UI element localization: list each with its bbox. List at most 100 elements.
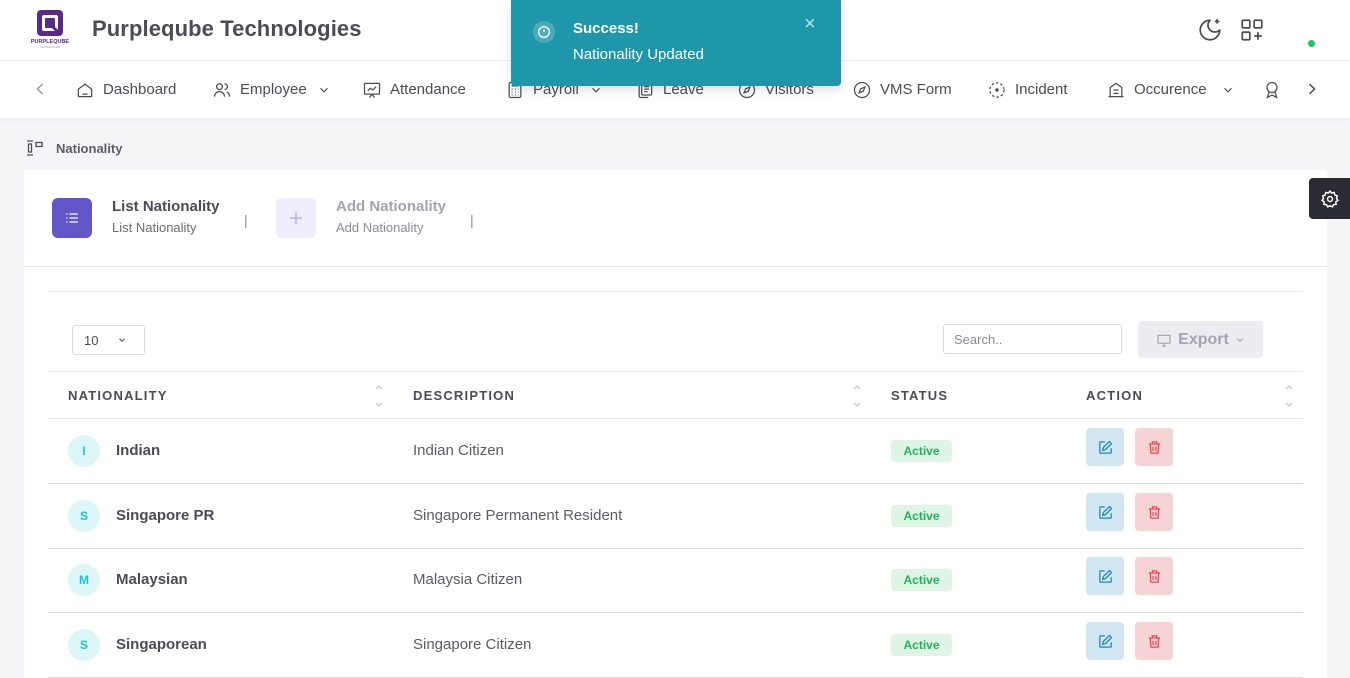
export-label: Export — [1178, 330, 1229, 348]
nav-item-label: Incident — [1015, 81, 1068, 98]
edit-button[interactable] — [1086, 557, 1124, 595]
nav-scroll-right-icon[interactable] — [1302, 79, 1322, 99]
award-icon[interactable] — [1262, 80, 1282, 100]
tab-list-title[interactable]: List Nationality — [112, 198, 220, 215]
sort-icon[interactable] — [852, 383, 862, 409]
apps-grid-icon[interactable] — [1239, 17, 1265, 43]
table-row: M Malaysian Malaysia Citizen Active — [48, 548, 1303, 613]
tab-add-nationality[interactable] — [276, 198, 316, 238]
chevron-down-icon — [1223, 87, 1232, 93]
trash-icon — [1148, 440, 1160, 454]
breadcrumb-current: Nationality — [56, 140, 123, 156]
table-row: I Indian Indian Citizen Active — [48, 419, 1303, 484]
nationality-name: Singapore PR — [116, 507, 215, 524]
delete-button[interactable] — [1135, 428, 1173, 466]
nav-item-label: Occurence — [1134, 81, 1207, 98]
table-header: NATIONALITY DESCRIPTION STATUS ACTION — [48, 371, 1303, 419]
nav-scroll-left-icon[interactable] — [30, 79, 50, 99]
edit-icon — [1098, 505, 1112, 519]
nav-item-attendance[interactable]: Attendance — [362, 61, 466, 118]
sort-icon[interactable] — [374, 383, 384, 409]
presentation-icon — [363, 82, 381, 98]
page-size-select[interactable]: 10 — [72, 325, 145, 355]
nav-item-incident[interactable]: Incident — [987, 61, 1068, 118]
status-badge: Active — [891, 634, 952, 656]
delete-button[interactable] — [1135, 493, 1173, 531]
tab-add-subtitle: Add Nationality — [336, 220, 424, 235]
tab-add-title[interactable]: Add Nationality — [336, 198, 446, 215]
edit-button[interactable] — [1086, 622, 1124, 660]
column-header-action: ACTION — [1086, 388, 1144, 403]
nationality-name: Indian — [116, 442, 161, 459]
plus-icon — [290, 212, 302, 224]
dark-mode-icon[interactable] — [1197, 17, 1223, 43]
tab-separator: | — [470, 212, 474, 228]
chevron-down-icon — [319, 87, 328, 93]
trash-icon — [1148, 569, 1160, 583]
nationality-description: Malaysia Citizen — [413, 571, 523, 588]
delete-button[interactable] — [1135, 622, 1173, 660]
nav-item-label: VMS Form — [880, 81, 952, 98]
nav-item-occurence[interactable]: Occurence — [1106, 61, 1235, 118]
column-header-nationality[interactable]: NATIONALITY — [68, 388, 168, 403]
online-status-dot — [1308, 40, 1315, 47]
table-row: S Singapore PR Singapore Permanent Resid… — [48, 484, 1303, 549]
nav-item-vms-form[interactable]: VMS Form — [852, 61, 952, 118]
column-header-status: STATUS — [891, 388, 949, 403]
nationality-name: Singaporean — [116, 636, 207, 653]
svg-text:PURPLEQUBE: PURPLEQUBE — [31, 39, 70, 45]
nav-item-label: Attendance — [390, 81, 466, 98]
nav-item-dashboard[interactable]: Dashboard — [75, 61, 176, 118]
avatar: M — [68, 564, 100, 596]
success-toast: Success! Nationality Updated × — [511, 0, 841, 86]
search-input[interactable] — [943, 324, 1122, 354]
monitor-icon — [1157, 334, 1171, 347]
list-icon — [66, 213, 78, 223]
chevron-down-icon — [119, 338, 125, 342]
brand-name: Purpleqube Technologies — [92, 16, 362, 41]
edit-icon — [1098, 569, 1112, 583]
nationality-name: Malaysian — [116, 571, 188, 588]
tab-list-nationality[interactable] — [52, 198, 92, 238]
settings-toggle-button[interactable] — [1309, 178, 1350, 219]
company-logo[interactable]: PURPLEQUBE TECHNOLOGIES — [30, 9, 70, 49]
focus-icon — [989, 81, 1005, 98]
edit-icon — [1098, 440, 1112, 454]
status-badge: Active — [891, 505, 952, 527]
tab-separator: | — [244, 212, 248, 228]
export-button[interactable]: Export — [1138, 321, 1263, 358]
nav-item-label: Employee — [240, 81, 307, 98]
table-row: S Singaporean Singapore Citizen Active — [48, 613, 1303, 678]
nationality-description: Singapore Permanent Resident — [413, 507, 623, 524]
tab-bar: List Nationality List Nationality | Add … — [24, 170, 1327, 267]
table-panel: 10 Export NATIONALITY DESCRIPTION STATUS… — [48, 291, 1303, 678]
layout-icon — [27, 140, 43, 156]
status-badge: Active — [891, 440, 952, 462]
edit-button[interactable] — [1086, 493, 1124, 531]
home-icon — [77, 82, 93, 97]
delete-button[interactable] — [1135, 557, 1173, 595]
trash-icon — [1148, 505, 1160, 519]
tab-list-subtitle: List Nationality — [112, 220, 197, 235]
nationality-description: Indian Citizen — [413, 442, 504, 459]
nationality-card: List Nationality List Nationality | Add … — [24, 170, 1327, 678]
building-icon — [1108, 82, 1124, 97]
svg-text:TECHNOLOGIES: TECHNOLOGIES — [40, 46, 60, 49]
avatar: S — [68, 500, 100, 532]
avatar: I — [68, 435, 100, 467]
avatar: S — [68, 629, 100, 661]
column-header-description[interactable]: DESCRIPTION — [413, 388, 515, 403]
breadcrumb: Nationality — [26, 140, 122, 156]
toast-message: Nationality Updated — [573, 46, 704, 63]
sort-icon[interactable] — [1284, 383, 1294, 409]
nationality-description: Singapore Citizen — [413, 636, 532, 653]
gear-icon — [1320, 189, 1339, 208]
toast-close-button[interactable]: × — [804, 14, 816, 34]
page-size-value: 10 — [84, 332, 99, 348]
edit-icon — [1098, 634, 1112, 648]
compass-icon — [853, 81, 871, 98]
nav-item-label: Dashboard — [103, 81, 177, 98]
nav-item-employee[interactable]: Employee — [212, 61, 331, 118]
toast-title: Success! — [573, 20, 639, 37]
edit-button[interactable] — [1086, 428, 1124, 466]
